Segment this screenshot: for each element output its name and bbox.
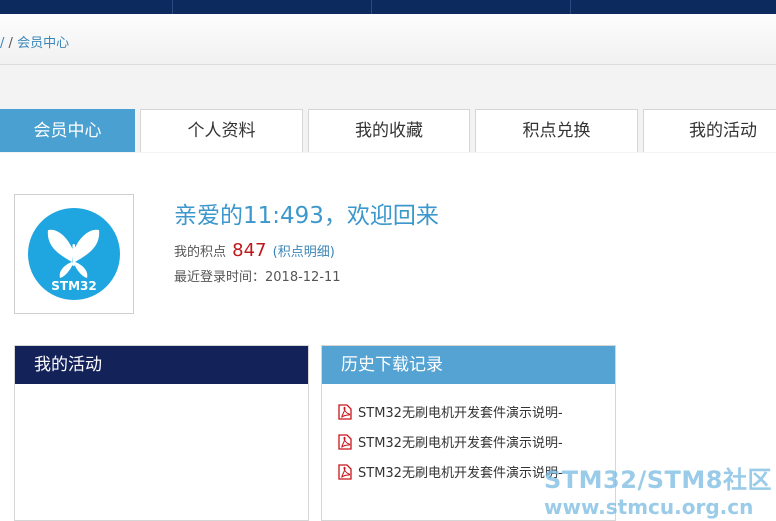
points-detail-link[interactable]: 积点明细 [278,245,330,260]
points-line: 我的积点 847 (积点明细) [174,240,335,261]
last-login-label: 最近登录时间： [174,270,266,285]
tab-profile[interactable]: 个人资料 [140,109,303,152]
welcome-message: 亲爱的11:493，欢迎回来 [174,203,439,229]
tab-favorites[interactable]: 我的收藏 [308,109,470,152]
breadcrumb: / / 会员中心 [0,32,69,51]
my-activities-title: 我的活动 [15,346,308,384]
pdf-icon [338,434,352,450]
top-navigation-bar [0,0,776,14]
breadcrumb-cut-link[interactable]: / [0,36,4,51]
member-tabs: 会员中心 个人资料 我的收藏 积点兑换 我的活动 [0,109,776,153]
butterfly-icon: STM32 [47,229,100,293]
pdf-icon [338,464,352,480]
nav-separator [570,0,571,14]
nav-separator [371,0,372,14]
tab-my-activities[interactable]: 我的活动 [643,109,776,152]
tab-points-exchange[interactable]: 积点兑换 [475,109,638,152]
watermark-line1: STM32/STM8社区 [544,466,772,494]
download-item-title: STM32无刷电机开发套件演示说明- [358,406,563,421]
breadcrumb-bar: / / 会员中心 [0,14,776,65]
last-login-date: 2018-12-11 [265,270,341,285]
tab-member-center[interactable]: 会员中心 [0,109,135,152]
download-item-title: STM32无刷电机开发套件演示说明- [358,466,563,481]
my-activities-panel: 我的活动 [14,345,309,521]
download-item[interactable]: STM32无刷电机开发套件演示说明- [338,432,563,451]
svg-text:STM32: STM32 [51,279,96,293]
avatar[interactable]: STM32 [14,194,134,314]
breadcrumb-current[interactable]: 会员中心 [17,36,69,51]
points-label: 我的积点 [174,245,227,260]
last-login: 最近登录时间：2018-12-11 [174,266,341,285]
watermark-line2: www.stmcu.org.cn [544,495,754,519]
nav-separator [172,0,173,14]
points-value: 847 [232,240,267,261]
stm32-logo: STM32 [28,208,120,300]
pdf-icon [338,404,352,420]
download-item-title: STM32无刷电机开发套件演示说明- [358,436,563,451]
breadcrumb-separator: / [8,36,13,51]
download-history-title: 历史下载记录 [322,346,615,384]
download-item[interactable]: STM32无刷电机开发套件演示说明- [338,462,563,481]
points-detail-close: ) [329,245,335,260]
download-item[interactable]: STM32无刷电机开发套件演示说明- [338,402,563,421]
site-watermark: STM32/STM8社区 www.stmcu.org.cn [544,460,772,519]
